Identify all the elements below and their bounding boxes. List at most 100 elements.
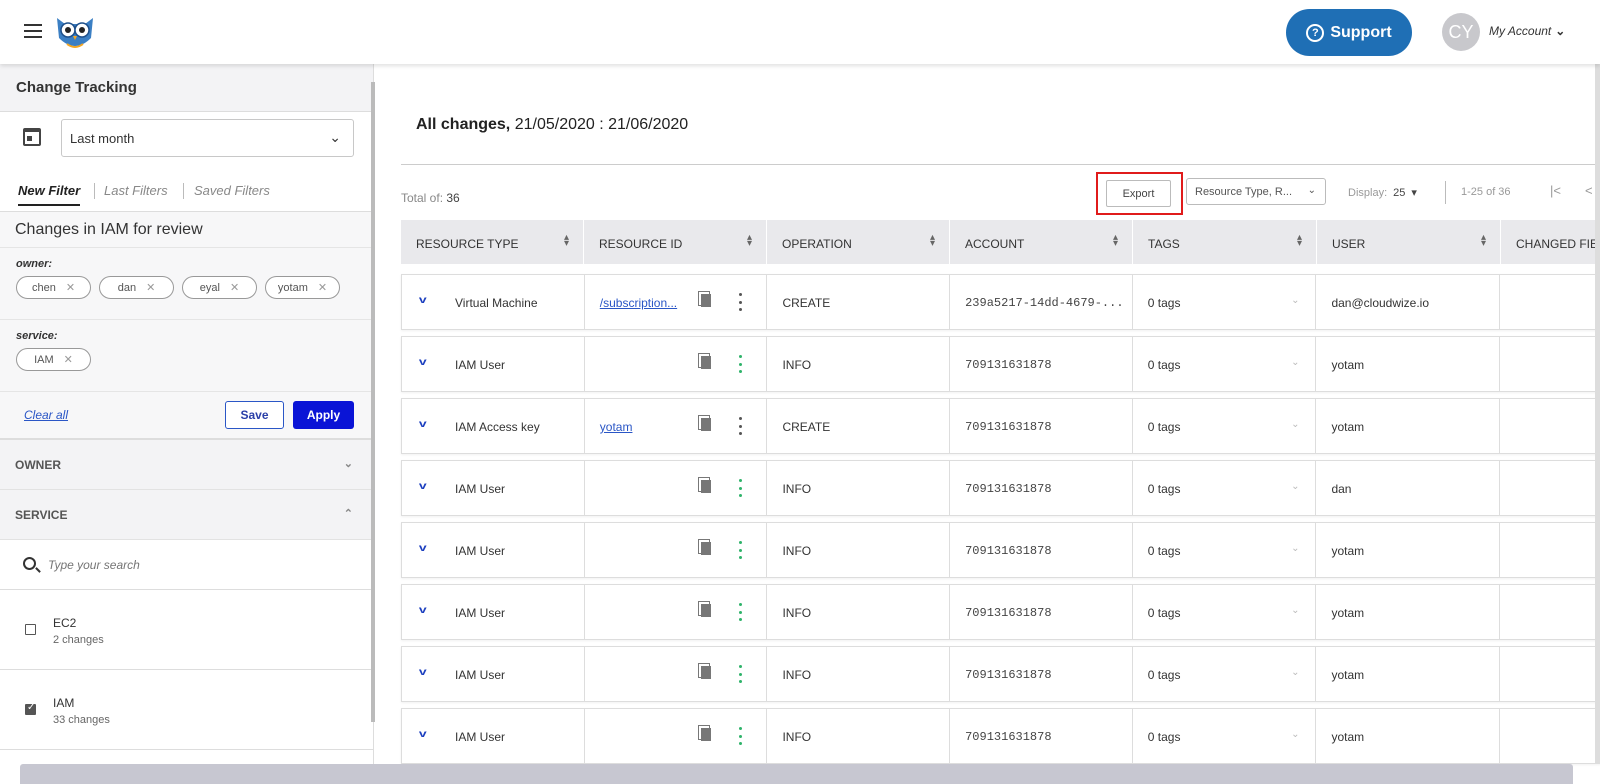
close-icon[interactable]: ✕ bbox=[66, 281, 75, 294]
cell-tags[interactable]: 0 tags ⌄ bbox=[1133, 337, 1317, 391]
chevron-down-icon[interactable]: v bbox=[419, 357, 427, 368]
table-row[interactable]: v IAM Access key yotam CREATE 709131631878 0 … bbox=[401, 398, 1600, 454]
horizontal-scrollbar[interactable] bbox=[20, 764, 1573, 784]
tab-saved-filters[interactable]: Saved Filters bbox=[194, 183, 270, 198]
chevron-down-icon[interactable]: ⌄ bbox=[1291, 605, 1299, 616]
service-chip[interactable]: IAM ✕ bbox=[16, 348, 91, 371]
kebab-menu-icon[interactable] bbox=[738, 355, 743, 373]
filter-name[interactable]: Changes in IAM for review bbox=[0, 212, 373, 248]
kebab-menu-icon[interactable] bbox=[738, 541, 743, 559]
cell-tags[interactable]: 0 tags ⌄ bbox=[1133, 461, 1317, 515]
column-header-resource-type[interactable]: RESOURCE TYPE ▴ ▾ bbox=[401, 220, 584, 264]
copy-icon[interactable] bbox=[697, 353, 711, 369]
columns-select[interactable]: Resource Type, R... ⌄ bbox=[1186, 178, 1326, 205]
close-icon[interactable]: ✕ bbox=[146, 281, 155, 294]
cell-tags[interactable]: 0 tags ⌄ bbox=[1133, 647, 1317, 701]
copy-icon[interactable] bbox=[697, 663, 711, 679]
cell-tags[interactable]: 0 tags ⌄ bbox=[1133, 399, 1317, 453]
avatar[interactable]: CY bbox=[1442, 13, 1480, 51]
kebab-menu-icon[interactable] bbox=[738, 293, 743, 311]
sort-icon[interactable]: ▴ ▾ bbox=[1481, 233, 1486, 249]
close-icon[interactable]: ✕ bbox=[318, 281, 327, 294]
column-header-tags[interactable]: TAGS ▴ ▾ bbox=[1133, 220, 1317, 264]
chevron-down-icon[interactable]: v bbox=[419, 481, 427, 492]
apply-button[interactable]: Apply bbox=[293, 401, 354, 429]
copy-icon[interactable] bbox=[697, 291, 711, 307]
date-range-select[interactable]: Last month ⌄ bbox=[61, 119, 354, 157]
page-size-select[interactable]: Display: 25 ▾ bbox=[1348, 186, 1417, 200]
checkbox[interactable] bbox=[25, 702, 36, 715]
resource-id-link[interactable]: yotam bbox=[600, 420, 633, 434]
cell-tags[interactable]: 0 tags ⌄ bbox=[1133, 523, 1317, 577]
column-header-operation[interactable]: OPERATION ▴ ▾ bbox=[767, 220, 950, 264]
kebab-menu-icon[interactable] bbox=[738, 727, 743, 745]
clear-all-link[interactable]: Clear all bbox=[24, 408, 68, 422]
kebab-menu-icon[interactable] bbox=[738, 417, 743, 435]
search-input[interactable] bbox=[48, 558, 328, 572]
sort-icon[interactable]: ▴ ▾ bbox=[930, 233, 935, 249]
owner-section-header[interactable]: OWNER ⌄ bbox=[0, 440, 373, 490]
owl-logo-icon[interactable] bbox=[53, 12, 97, 52]
export-button[interactable]: Export bbox=[1106, 180, 1171, 207]
copy-icon[interactable] bbox=[697, 725, 711, 741]
table-row[interactable]: v Virtual Machine/subscription... CREATE 23… bbox=[401, 274, 1600, 330]
copy-icon[interactable] bbox=[697, 415, 711, 431]
copy-icon[interactable] bbox=[697, 539, 711, 555]
copy-icon[interactable] bbox=[697, 477, 711, 493]
table-row[interactable]: v IAM User INFO 709131631878 0 tags ⌄ yotam bbox=[401, 336, 1600, 392]
save-button[interactable]: Save bbox=[225, 401, 284, 429]
sort-icon[interactable]: ▴ ▾ bbox=[1297, 233, 1302, 249]
column-header-changed-fields[interactable]: CHANGED FIE bbox=[1501, 220, 1600, 264]
chevron-down-icon[interactable]: v bbox=[419, 295, 427, 306]
first-page-icon[interactable]: |< bbox=[1550, 183, 1561, 198]
column-header-account[interactable]: ACCOUNT ▴ ▾ bbox=[950, 220, 1133, 264]
sort-icon[interactable]: ▴ ▾ bbox=[1113, 233, 1118, 249]
owner-chip[interactable]: eyal ✕ bbox=[182, 276, 257, 299]
column-header-user[interactable]: USER ▴ ▾ bbox=[1317, 220, 1501, 264]
chevron-down-icon[interactable]: v bbox=[419, 667, 427, 678]
list-item[interactable]: EC2 2 changes bbox=[0, 590, 373, 670]
copy-icon[interactable] bbox=[697, 601, 711, 617]
chevron-down-icon[interactable]: v bbox=[419, 729, 427, 740]
page-scrollbar[interactable] bbox=[1595, 64, 1600, 764]
column-header-resource-id[interactable]: RESOURCE ID ▴ ▾ bbox=[584, 220, 767, 264]
calendar-icon[interactable] bbox=[23, 128, 41, 146]
kebab-menu-icon[interactable] bbox=[738, 479, 743, 497]
hamburger-menu-icon[interactable] bbox=[24, 24, 42, 38]
cell-tags[interactable]: 0 tags ⌄ bbox=[1133, 275, 1317, 329]
table-row[interactable]: v IAM User INFO 709131631878 0 tags ⌄ yotam bbox=[401, 584, 1600, 640]
chevron-down-icon[interactable]: v bbox=[419, 605, 427, 616]
sort-icon[interactable]: ▴ ▾ bbox=[747, 233, 752, 249]
table-row[interactable]: v IAM User INFO 709131631878 0 tags ⌄ dan bbox=[401, 460, 1600, 516]
service-section-header[interactable]: SERVICE ⌃ bbox=[0, 490, 373, 540]
cell-tags[interactable]: 0 tags ⌄ bbox=[1133, 585, 1317, 639]
chevron-down-icon[interactable]: v bbox=[419, 543, 427, 554]
close-icon[interactable]: ✕ bbox=[64, 353, 73, 366]
table-row[interactable]: v IAM User INFO 709131631878 0 tags ⌄ yotam bbox=[401, 646, 1600, 702]
support-button[interactable]: ? Support bbox=[1286, 9, 1412, 56]
tab-new-filter[interactable]: New Filter bbox=[18, 183, 81, 206]
checkbox[interactable] bbox=[25, 624, 36, 635]
chevron-down-icon[interactable]: ⌄ bbox=[1291, 543, 1299, 554]
chevron-down-icon[interactable]: ⌄ bbox=[1291, 419, 1299, 430]
owner-chip[interactable]: yotam ✕ bbox=[265, 276, 340, 299]
chevron-down-icon[interactable]: ⌄ bbox=[1291, 729, 1299, 740]
sort-icon[interactable]: ▴ ▾ bbox=[564, 233, 569, 249]
list-item[interactable]: IAM 33 changes bbox=[0, 670, 373, 750]
table-row[interactable]: v IAM User INFO 709131631878 0 tags ⌄ yotam bbox=[401, 522, 1600, 578]
kebab-menu-icon[interactable] bbox=[738, 665, 743, 683]
table-row[interactable]: v IAM User INFO 709131631878 0 tags ⌄ yotam bbox=[401, 708, 1600, 764]
chevron-down-icon[interactable]: v bbox=[419, 419, 427, 430]
kebab-menu-icon[interactable] bbox=[738, 603, 743, 621]
owner-chip[interactable]: chen ✕ bbox=[16, 276, 91, 299]
owner-chip[interactable]: dan ✕ bbox=[99, 276, 174, 299]
close-icon[interactable]: ✕ bbox=[230, 281, 239, 294]
chevron-down-icon[interactable]: ⌄ bbox=[1291, 357, 1299, 368]
chevron-down-icon[interactable]: ⌄ bbox=[1291, 667, 1299, 678]
prev-page-icon[interactable]: < bbox=[1585, 183, 1593, 198]
chevron-down-icon[interactable]: ⌄ bbox=[1291, 295, 1299, 306]
account-menu[interactable]: My Account ⌄ bbox=[1489, 24, 1565, 38]
resource-id-link[interactable]: /subscription... bbox=[600, 296, 677, 310]
cell-tags[interactable]: 0 tags ⌄ bbox=[1133, 709, 1317, 763]
chevron-down-icon[interactable]: ⌄ bbox=[1291, 481, 1299, 492]
